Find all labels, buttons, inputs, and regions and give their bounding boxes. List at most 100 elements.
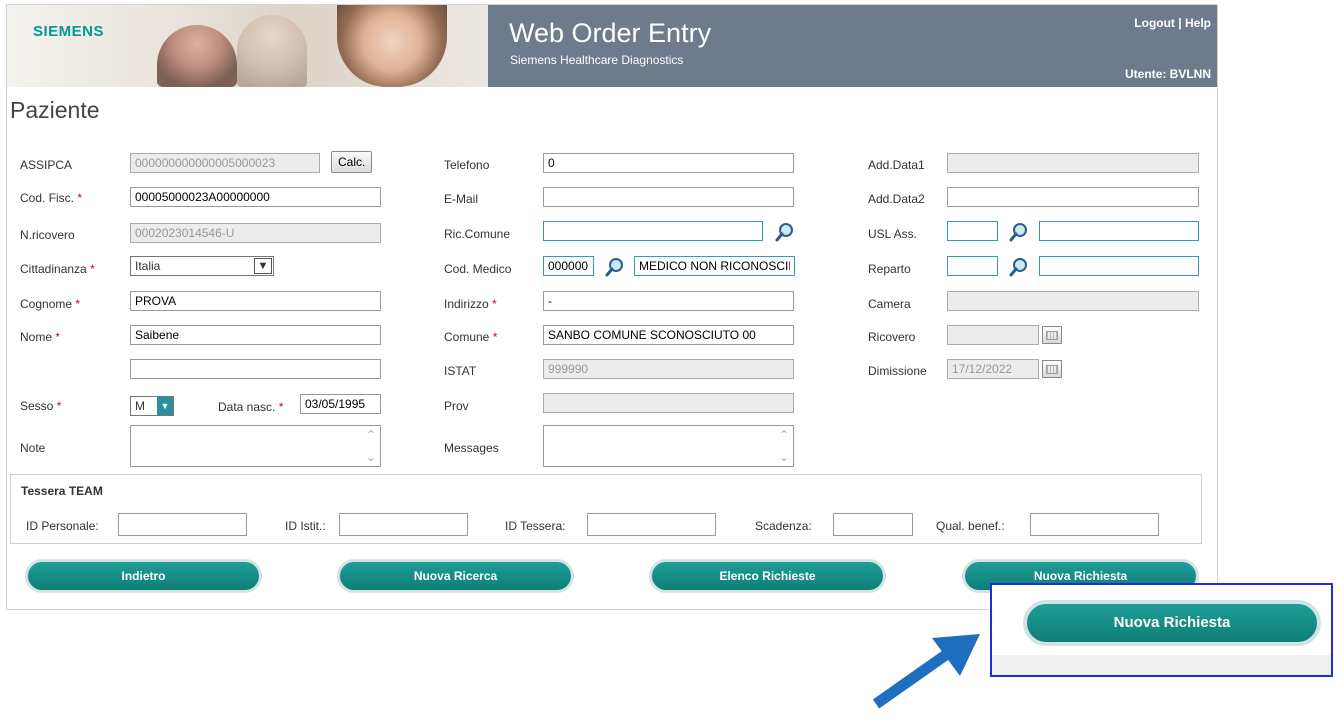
id-istit-input[interactable] (339, 513, 468, 536)
comune-label: Comune * (444, 330, 497, 344)
prov-input[interactable] (543, 393, 794, 413)
indirizzo-label-text: Indirizzo (444, 297, 489, 311)
calendar-icon[interactable] (1042, 360, 1062, 378)
arrow-pointer-icon (872, 634, 980, 709)
banner-image: SIEMENS (7, 5, 488, 87)
required-mark: * (492, 330, 498, 344)
cittadinanza-select[interactable]: Italia ▼ (130, 256, 274, 276)
comune-input[interactable] (543, 325, 794, 345)
istat-input[interactable] (543, 359, 794, 379)
required-mark: * (56, 399, 62, 413)
required-mark: * (90, 262, 95, 276)
required-mark: * (77, 191, 83, 205)
id-personale-input[interactable] (118, 513, 247, 536)
scadenza-label: Scadenza: (755, 519, 812, 533)
ricovero-input[interactable] (947, 325, 1039, 345)
nuova-richiesta-button-zoomed[interactable]: Nuova Richiesta (1023, 600, 1321, 646)
required-mark: * (55, 330, 61, 344)
riccomune-label: Ric.Comune (444, 227, 511, 241)
scroll-up-icon[interactable]: ⌃ (364, 429, 378, 441)
nricovero-input[interactable] (130, 223, 381, 243)
telefono-label: Telefono (444, 158, 490, 172)
nuova-ricerca-button[interactable]: Nuova Ricerca (337, 559, 574, 593)
uslass-label: USL Ass. (868, 227, 917, 241)
magnifier-icon[interactable] (775, 222, 795, 242)
dimissione-label: Dimissione (868, 364, 927, 378)
dimissione-input[interactable] (947, 359, 1039, 379)
calc-button[interactable]: Calc. (331, 151, 373, 173)
id-istit-label: ID Istit.: (285, 519, 326, 533)
id-tessera-label: ID Tessera: (505, 519, 566, 533)
adddata2-input[interactable] (947, 187, 1199, 207)
messages-label: Messages (444, 441, 499, 455)
note-label: Note (20, 441, 46, 455)
camera-input[interactable] (947, 291, 1199, 311)
tessera-team-title: Tessera TEAM (21, 484, 103, 498)
reparto-code-input[interactable] (947, 256, 998, 276)
banner-photo-woman (337, 5, 447, 87)
telefono-input[interactable] (543, 153, 794, 173)
reparto-name-input[interactable] (1039, 256, 1199, 276)
indirizzo-input[interactable] (543, 291, 794, 311)
codmedico-input[interactable] (543, 256, 594, 276)
uslass-code-input[interactable] (947, 221, 998, 241)
help-link[interactable]: Help (1185, 16, 1211, 30)
banner-photo-doctor (237, 15, 307, 87)
nome-input[interactable] (130, 325, 381, 345)
adddata2-label: Add.Data2 (868, 192, 925, 206)
cognome-label: Cognome * (20, 297, 80, 311)
page-title: Paziente (10, 97, 100, 123)
scroll-up-icon[interactable]: ⌃ (777, 429, 791, 441)
qual-benef-label: Qual. benef.: (936, 519, 1005, 533)
siemens-logo: SIEMENS (33, 23, 105, 40)
calendar-grid (1046, 331, 1058, 340)
zoom-background-strip (992, 655, 1331, 675)
codfisc-input[interactable] (130, 187, 381, 207)
user-label: Utente: BVLNN (1125, 67, 1211, 81)
adddata1-input[interactable] (947, 153, 1199, 173)
email-label: E-Mail (444, 192, 479, 206)
sesso-select[interactable]: M ▼ (130, 396, 174, 416)
adddata1-label: Add.Data1 (868, 158, 925, 172)
qual-benef-input[interactable] (1030, 513, 1159, 536)
sesso-label: Sesso * (20, 399, 61, 413)
medico-name-input[interactable] (634, 256, 795, 276)
required-mark: * (75, 297, 81, 311)
cognome-label-text: Cognome (20, 297, 73, 311)
reparto-label: Reparto (868, 262, 911, 276)
id-tessera-input[interactable] (587, 513, 716, 536)
cognome-input[interactable] (130, 291, 381, 311)
datanasc-label-text: Data nasc. (218, 400, 276, 414)
header: SIEMENS Web Order Entry Siemens Healthca… (7, 5, 1217, 87)
riccomune-input[interactable] (543, 221, 763, 241)
title-bar: Web Order Entry Siemens Healthcare Diagn… (488, 5, 1217, 87)
scroll-down-icon[interactable]: ⌄ (777, 451, 791, 463)
banner-photo-child (157, 25, 237, 87)
sesso-value: M (135, 399, 145, 413)
logout-link[interactable]: Logout (1134, 16, 1175, 30)
datanasc-label: Data nasc. * (218, 400, 283, 414)
magnifier-icon[interactable] (605, 257, 625, 277)
uslass-name-input[interactable] (1039, 221, 1199, 241)
cittadinanza-label: Cittadinanza * (20, 262, 95, 276)
calendar-icon[interactable] (1042, 326, 1062, 344)
assipca-input[interactable] (130, 153, 320, 173)
indietro-button[interactable]: Indietro (25, 559, 262, 593)
required-mark: * (278, 400, 284, 414)
sesso-label-text: Sesso (20, 399, 54, 413)
indirizzo-label: Indirizzo * (444, 297, 497, 311)
elenco-richieste-button[interactable]: Elenco Richieste (649, 559, 886, 593)
app-subtitle: Siemens Healthcare Diagnostics (510, 53, 684, 67)
codfisc-label: Cod. Fisc. * (20, 191, 82, 205)
scroll-down-icon[interactable]: ⌄ (364, 451, 378, 463)
extra-name-input[interactable] (130, 359, 381, 379)
email-input[interactable] (543, 187, 794, 207)
note-textarea[interactable]: ⌃ ⌄ (130, 425, 381, 467)
messages-textarea[interactable]: ⌃ ⌄ (543, 425, 794, 467)
chevron-down-icon: ▼ (157, 397, 173, 415)
datanasc-input[interactable] (300, 394, 381, 414)
app-title: Web Order Entry (509, 18, 712, 48)
magnifier-icon[interactable] (1009, 257, 1029, 277)
scadenza-input[interactable] (833, 513, 913, 536)
magnifier-icon[interactable] (1009, 222, 1029, 242)
